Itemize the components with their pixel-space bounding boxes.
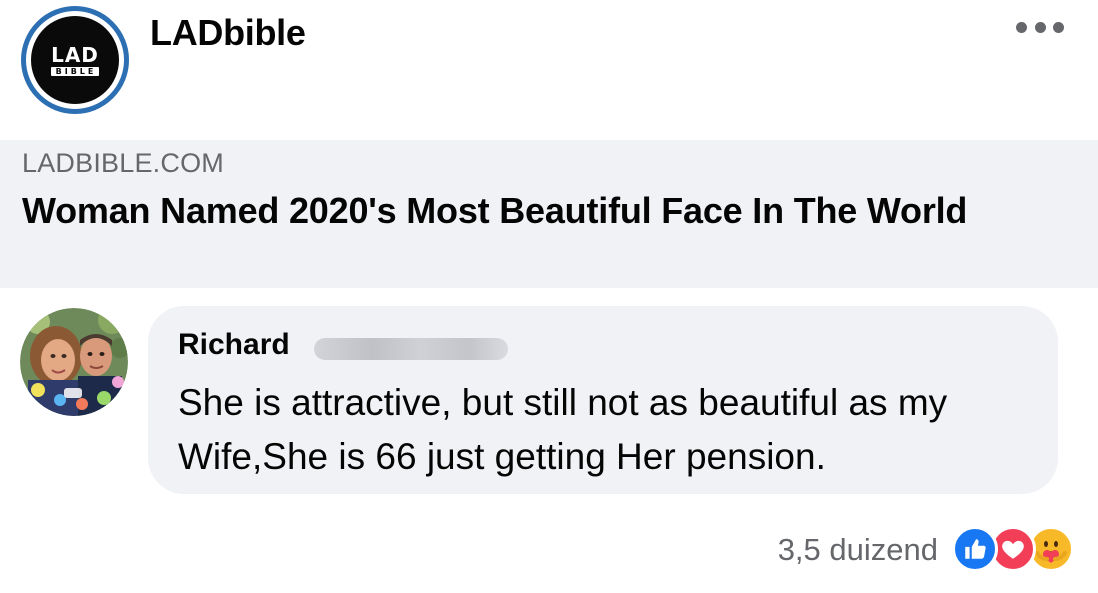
reaction-icons[interactable] xyxy=(952,526,1082,572)
ellipsis-icon-dot xyxy=(1034,21,1046,33)
page-avatar[interactable]: LAD BIBLE xyxy=(21,6,129,114)
ellipsis-icon-dot xyxy=(1053,21,1064,33)
ellipsis-icon-dot xyxy=(1016,21,1027,33)
comment-bubble: Richard She is attractive, but still not… xyxy=(148,306,1058,494)
comment-text: She is attractive, but still not as beau… xyxy=(178,382,948,477)
logo-text-bottom: BIBLE xyxy=(50,66,100,76)
like-icon xyxy=(952,526,998,572)
comment-author-name[interactable]: Richard xyxy=(178,328,290,362)
commenter-avatar[interactable] xyxy=(20,308,128,416)
page-name-link[interactable]: LADbible xyxy=(150,12,306,54)
blurred-last-name xyxy=(314,338,508,360)
ladbible-logo: LAD BIBLE xyxy=(31,16,119,104)
logo-text-top: LAD xyxy=(51,42,99,67)
link-preview[interactable]: LADBIBLE.COM Woman Named 2020's Most Bea… xyxy=(0,140,1098,288)
facebook-post: LAD BIBLE LADbible LADBIBLE.COM Woman Na… xyxy=(0,0,1098,593)
reaction-count[interactable]: 3,5 duizend xyxy=(778,532,938,568)
link-domain: LADBIBLE.COM xyxy=(22,148,224,178)
avatar-photo xyxy=(20,308,128,416)
more-options-button[interactable] xyxy=(1016,14,1064,40)
link-title: Woman Named 2020's Most Beautiful Face I… xyxy=(22,190,968,231)
